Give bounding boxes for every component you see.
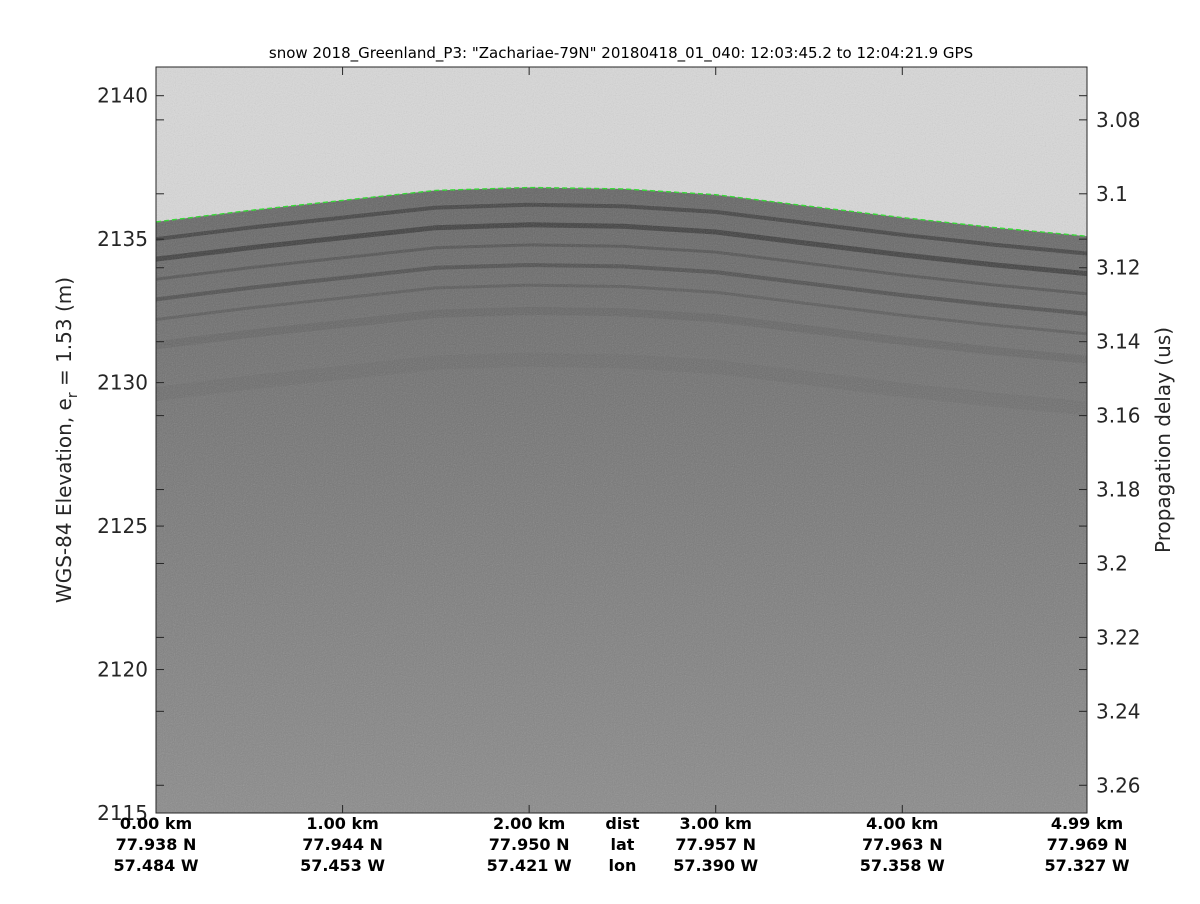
x-tick-label: 4.00 km: [866, 814, 938, 833]
x-row-label: dist: [605, 814, 639, 833]
echogram-figure: snow 2018_Greenland_P3: "Zachariae-79N" …: [0, 0, 1200, 900]
x-tick-label: 57.484 W: [114, 856, 199, 875]
x-row-label: lat: [610, 835, 634, 854]
right-y-tick-label: 3.12: [1096, 256, 1141, 280]
left-y-axis-label-main: WGS-84 Elevation, e: [52, 398, 76, 603]
x-tick-label: 57.421 W: [487, 856, 572, 875]
x-tick-label: 2.00 km: [493, 814, 565, 833]
right-y-tick-label: 3.18: [1096, 478, 1141, 502]
noise-texture: [156, 67, 1087, 813]
left-y-tick-label: 2125: [97, 514, 148, 538]
right-y-tick-label: 3.08: [1096, 108, 1141, 132]
left-y-tick-label: 2135: [97, 227, 148, 251]
x-tick-label: 57.453 W: [300, 856, 385, 875]
x-tick-label: 3.00 km: [680, 814, 752, 833]
x-tick-label: 77.950 N: [489, 835, 570, 854]
x-row-label: lon: [608, 856, 636, 875]
x-tick-label: 4.99 km: [1051, 814, 1123, 833]
right-y-tick-label: 3.16: [1096, 404, 1141, 428]
left-y-axis-label-rest: = 1.53 (m): [52, 277, 76, 392]
right-y-tick-label: 3.14: [1096, 330, 1141, 354]
x-tick-label: 57.358 W: [860, 856, 945, 875]
x-tick-label: 77.969 N: [1047, 835, 1128, 854]
x-tick-label: 1.00 km: [306, 814, 378, 833]
right-y-tick-label: 3.24: [1096, 699, 1141, 723]
x-tick-label: 77.938 N: [116, 835, 197, 854]
right-y-tick-label: 3.22: [1096, 625, 1141, 649]
x-tick-label: 77.944 N: [302, 835, 383, 854]
right-y-tick-label: 3.26: [1096, 773, 1141, 797]
x-tick-label: 57.327 W: [1045, 856, 1130, 875]
x-tick-label: 77.963 N: [862, 835, 943, 854]
chart-title: snow 2018_Greenland_P3: "Zachariae-79N" …: [269, 44, 973, 63]
x-tick-label: 77.957 N: [675, 835, 756, 854]
x-tick-label: 57.390 W: [673, 856, 758, 875]
right-y-tick-label: 3.1: [1096, 182, 1128, 206]
left-y-axis-label: WGS-84 Elevation, er = 1.53 (m): [52, 277, 81, 603]
right-y-tick-label: 3.2: [1096, 551, 1128, 575]
x-tick-label: 0.00 km: [120, 814, 192, 833]
right-y-axis-label: Propagation delay (us): [1151, 327, 1175, 553]
left-y-tick-label: 2140: [97, 84, 148, 108]
echogram-chart: snow 2018_Greenland_P3: "Zachariae-79N" …: [52, 44, 1175, 875]
left-y-tick-label: 2120: [97, 658, 148, 682]
left-y-tick-label: 2130: [97, 371, 148, 395]
